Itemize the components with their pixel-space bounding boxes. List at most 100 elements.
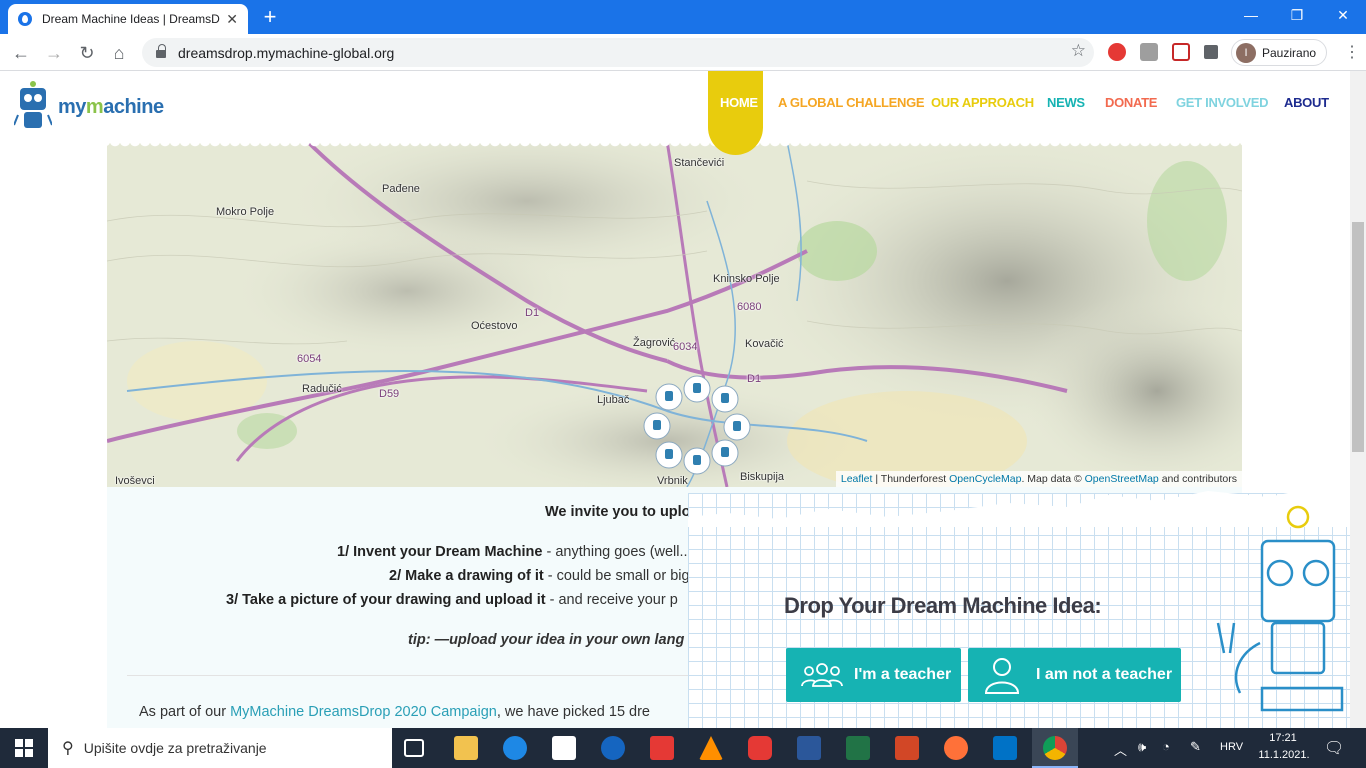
map-place-label: Ljubač (597, 394, 630, 406)
person-icon (984, 658, 1020, 694)
clock-date[interactable]: 11.1.2021. (1252, 749, 1316, 761)
windows-taskbar: ⚲ Upišite ovdje za pretraživanje ︿ 🕪 ◔ ✎… (0, 728, 1366, 768)
openstreetmap-link[interactable]: OpenStreetMap (1085, 473, 1159, 485)
outlook-icon[interactable] (993, 736, 1017, 760)
network-icon[interactable]: ◔ (1162, 739, 1170, 754)
browser-menu-icon[interactable]: ⋮ (1344, 42, 1360, 62)
map-terrain (107, 141, 1242, 487)
map-place-label: Kovačić (745, 338, 784, 350)
attribution-text: . Map data © (1021, 473, 1085, 485)
opencyclemap-link[interactable]: OpenCycleMap (949, 473, 1021, 485)
map-place-label: Žagrović (633, 337, 676, 349)
tab-title: Dream Machine Ideas | DreamsD (42, 12, 220, 26)
popup-title: Drop Your Dream Machine Idea: (784, 593, 1102, 618)
excel-icon[interactable] (846, 736, 870, 760)
windows-start-icon[interactable] (15, 739, 33, 757)
nav-donate[interactable]: DONATE (1105, 95, 1157, 110)
robot-illustration-icon (1216, 505, 1344, 712)
reload-icon[interactable]: ↻ (74, 40, 100, 66)
tray-chevron-icon[interactable]: ︿ (1114, 740, 1127, 759)
robot-logo-icon (14, 81, 52, 128)
nav-our-approach[interactable]: OUR APPROACH (931, 95, 1034, 110)
not-teacher-button[interactable]: I am not a teacher (968, 648, 1181, 702)
tip-text: tip: —upload your idea in your own lang (408, 632, 685, 648)
minimize-icon[interactable]: — (1228, 0, 1274, 30)
restore-icon[interactable]: ❐ (1274, 0, 1320, 30)
nav-get-involved[interactable]: GET INVOLVED (1176, 95, 1269, 110)
map-road-label: 6034 (673, 341, 698, 353)
map-place-label: Kninsko Polje (713, 273, 780, 285)
not-teacher-button-label: I am not a teacher (1036, 666, 1173, 683)
pdf-extension-icon[interactable] (1140, 43, 1158, 61)
extensions-puzzle-icon[interactable] (1204, 45, 1218, 59)
edge-icon[interactable] (503, 736, 527, 760)
language-indicator[interactable]: HRV (1220, 741, 1243, 753)
chrome-taskbar-active[interactable] (1032, 728, 1078, 768)
teamviewer-icon[interactable] (601, 736, 625, 760)
clock-time[interactable]: 17:21 (1258, 732, 1308, 744)
step-3: 3/ Take a picture of your drawing and up… (226, 592, 678, 608)
group-icon (801, 663, 843, 687)
opera-extension-icon[interactable] (1108, 43, 1126, 61)
leaflet-link[interactable]: Leaflet (841, 473, 873, 485)
pen-icon[interactable]: ✎ (1190, 739, 1201, 755)
screenshot-app-icon[interactable] (748, 736, 772, 760)
nav-about[interactable]: ABOUT (1284, 95, 1329, 110)
notifications-icon[interactable]: 🗨 (1324, 738, 1344, 758)
drop-idea-popup: Drop Your Dream Machine Idea: I'm a teac… (688, 489, 1350, 728)
profile-label: Pauzirano (1262, 45, 1317, 60)
campaign-link[interactable]: MyMachine DreamsDrop 2020 Campaign (230, 704, 497, 720)
map-road-label: D1 (525, 307, 540, 319)
map-attribution: Leaflet | Thunderforest OpenCycleMap. Ma… (835, 471, 1242, 487)
task-view-icon[interactable] (404, 739, 424, 757)
new-tab-icon[interactable]: + (258, 5, 282, 29)
firefox-icon[interactable] (944, 736, 968, 760)
teacher-button-label: I'm a teacher (854, 666, 952, 683)
page-viewport: Stančevići Pađene Mokro Polje Kninsko Po… (0, 71, 1350, 728)
store-icon[interactable] (552, 736, 576, 760)
bookmark-star-icon[interactable]: ☆ (1071, 41, 1086, 61)
url-text: dreamsdrop.mymachine-global.org (178, 44, 395, 61)
volume-icon[interactable]: 🕪 (1138, 739, 1146, 755)
window-close-icon[interactable]: ✕ (1320, 0, 1366, 30)
tab-close-icon[interactable]: ✕ (226, 11, 238, 28)
teacher-button[interactable]: I'm a teacher (786, 648, 961, 702)
chrome-icon (1043, 736, 1067, 760)
powerpoint-icon[interactable] (895, 736, 919, 760)
map-place-label: Pađene (382, 183, 420, 195)
map-road-label: 6080 (737, 301, 762, 313)
nav-home[interactable]: HOME (720, 95, 758, 110)
avatar: I (1236, 42, 1256, 63)
leaflet-map[interactable]: Stančevići Pađene Mokro Polje Kninsko Po… (107, 141, 1242, 487)
logo-text: mymachine (58, 95, 164, 118)
profile-button[interactable]: I Pauzirano (1231, 39, 1327, 66)
site-header: mymachine HOME A GLOBAL CHALLENGE OUR AP… (0, 71, 1350, 155)
map-place-label: Oćestovo (471, 320, 518, 332)
search-icon: ⚲ (62, 740, 74, 757)
map-road-label: D1 (747, 373, 762, 385)
address-bar[interactable]: dreamsdrop.mymachine-global.org ☆ (142, 38, 1094, 67)
nav-global-challenge[interactable]: A GLOBAL CHALLENGE (778, 95, 925, 110)
vlc-icon[interactable] (699, 736, 723, 760)
mymachine-logo[interactable]: mymachine (14, 77, 164, 137)
forward-icon[interactable]: → (41, 40, 67, 66)
map-place-label: Vrbnik (657, 475, 688, 487)
drupal-favicon-icon (18, 12, 32, 26)
taskbar-search[interactable]: ⚲ Upišite ovdje za pretraživanje (48, 728, 392, 768)
file-explorer-icon[interactable] (454, 736, 478, 760)
page-scrollbar-thumb[interactable] (1352, 222, 1364, 452)
campaign-paragraph: As part of our MyMachine DreamsDrop 2020… (139, 704, 650, 720)
taskbar-search-placeholder: Upišite ovdje za pretraživanje (83, 740, 267, 756)
map-road-label: 6054 (297, 353, 322, 365)
nav-news[interactable]: NEWS (1047, 95, 1085, 110)
filezilla-icon[interactable] (650, 736, 674, 760)
word-icon[interactable] (797, 736, 821, 760)
map-place-label: Mokro Polje (216, 206, 275, 218)
browser-tab-active[interactable]: Dream Machine Ideas | DreamsD ✕ (8, 4, 248, 34)
map-place-label: Stančevići (674, 157, 725, 169)
back-icon[interactable]: ← (8, 40, 34, 66)
home-icon[interactable]: ⌂ (106, 40, 132, 66)
browser-toolbar: ← → ↻ ⌂ dreamsdrop.mymachine-global.org … (0, 34, 1366, 71)
map-road-label: D59 (379, 388, 400, 400)
calendar-extension-icon[interactable] (1172, 43, 1190, 61)
